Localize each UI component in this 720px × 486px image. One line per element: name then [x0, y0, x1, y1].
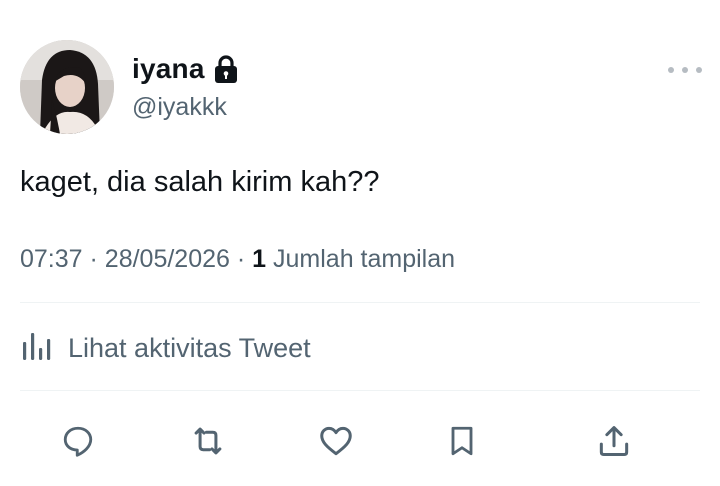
share-upload-icon — [599, 426, 629, 456]
views-count: 1 — [252, 245, 267, 273]
avatar[interactable] — [20, 40, 114, 134]
tweet-time[interactable]: 07:37 — [20, 245, 83, 273]
avatar-photo — [20, 40, 114, 134]
more-options-button[interactable] — [668, 58, 702, 82]
author-name-row: iyana — [132, 50, 239, 88]
divider — [20, 390, 700, 391]
reply-bubble-icon — [63, 426, 93, 457]
more-dot-icon — [682, 67, 688, 73]
activity-label: Lihat aktivitas Tweet — [68, 333, 311, 363]
meta-separator: · — [236, 245, 246, 273]
bookmark-button[interactable] — [438, 417, 486, 465]
like-button[interactable] — [312, 417, 360, 465]
retweet-icon — [194, 427, 222, 455]
divider — [20, 302, 700, 303]
tweet-text: kaget, dia salah kirim kah?? — [20, 166, 380, 198]
tweet-meta: 07:37 · 28/05/2026 · 1 Jumlah tampilan — [20, 240, 455, 278]
analytics-bars-icon — [20, 330, 54, 367]
lock-icon — [213, 54, 239, 84]
bookmark-icon — [451, 426, 473, 456]
tweet-date[interactable]: 28/05/2026 — [105, 245, 230, 273]
display-name[interactable]: iyana — [132, 50, 205, 88]
heart-icon — [320, 426, 352, 456]
meta-separator: · — [89, 245, 98, 273]
views-label: Jumlah tampilan — [273, 245, 456, 273]
retweet-button[interactable] — [184, 417, 232, 465]
share-button[interactable] — [590, 417, 638, 465]
reply-button[interactable] — [54, 417, 102, 465]
user-handle[interactable]: @iyakkk — [132, 90, 227, 124]
view-tweet-activity-link[interactable]: Lihat aktivitas Tweet — [20, 326, 311, 370]
more-dot-icon — [668, 67, 674, 73]
more-dot-icon — [696, 67, 702, 73]
